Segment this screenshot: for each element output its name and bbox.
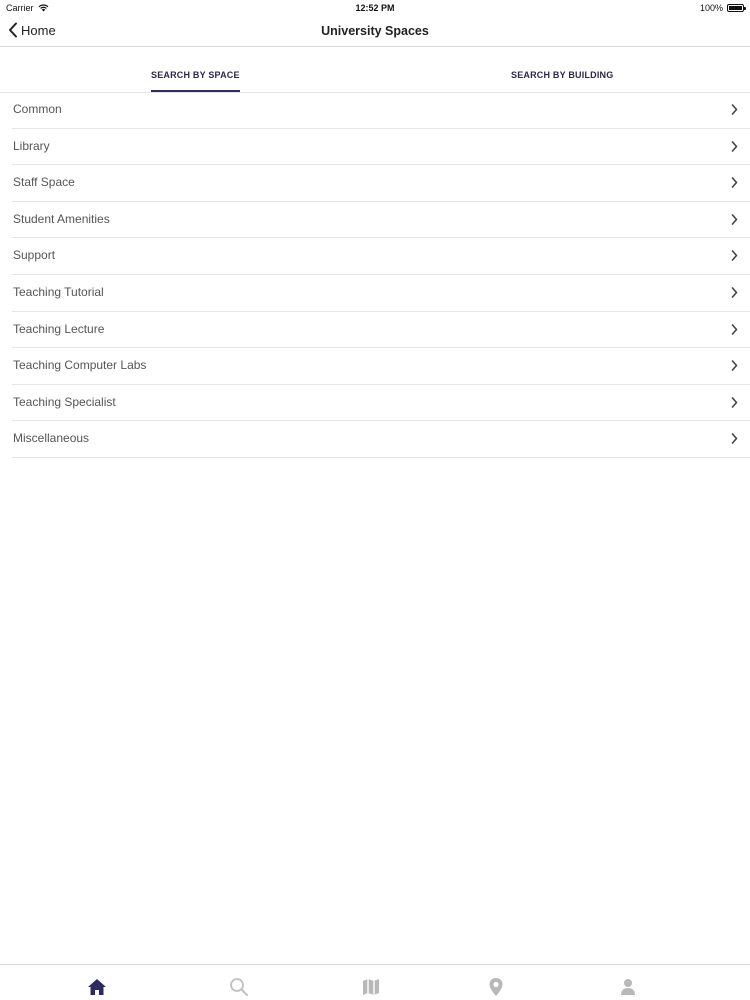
page-title: University Spaces xyxy=(321,24,429,38)
list-item-teaching-specialist[interactable]: Teaching Specialist xyxy=(12,385,750,422)
list-item-label: Student Amenities xyxy=(13,211,110,226)
chevron-right-icon xyxy=(731,433,738,445)
chevron-right-icon xyxy=(731,140,738,152)
list-item-library[interactable]: Library xyxy=(12,129,750,166)
search-mode-tabs: SEARCH BY SPACE SEARCH BY BUILDING xyxy=(0,62,750,93)
location-pin-icon xyxy=(489,978,503,996)
list-item-label: Teaching Lecture xyxy=(13,321,105,336)
chevron-right-icon xyxy=(731,323,738,335)
tab-bar-map[interactable] xyxy=(359,975,383,999)
list-item-teaching-computer-labs[interactable]: Teaching Computer Labs xyxy=(12,348,750,385)
list-item-label: Library xyxy=(13,138,50,153)
battery-percent: 100% xyxy=(699,3,723,13)
tab-search-by-space[interactable]: SEARCH BY SPACE xyxy=(151,70,240,92)
list-item-label: Teaching Tutorial xyxy=(13,284,104,299)
tab-bar-profile[interactable] xyxy=(616,975,640,999)
list-item-student-amenities[interactable]: Student Amenities xyxy=(12,202,750,239)
list-item-label: Miscellaneous xyxy=(13,431,90,446)
chevron-right-icon xyxy=(731,396,738,408)
list-item-label: Teaching Specialist xyxy=(13,394,116,409)
list-item-label: Common xyxy=(13,102,62,116)
list-item-staff-space[interactable]: Staff Space xyxy=(12,165,750,202)
chevron-right-icon xyxy=(731,104,738,115)
list-item-support[interactable]: Support xyxy=(12,238,750,275)
clock: 12:52 PM xyxy=(355,3,395,13)
bottom-tab-bar xyxy=(0,964,750,1000)
chevron-right-icon xyxy=(731,250,738,262)
map-icon xyxy=(363,979,379,995)
list-item-label: Support xyxy=(13,248,56,263)
list-item-label: Teaching Computer Labs xyxy=(13,358,147,373)
status-bar: Carrier 12:52 PM 100% xyxy=(0,0,750,16)
list-item-miscellaneous[interactable]: Miscellaneous xyxy=(12,421,750,458)
chevron-right-icon xyxy=(731,213,738,225)
chevron-right-icon xyxy=(731,177,738,188)
chevron-right-icon xyxy=(731,287,738,298)
chevron-right-icon xyxy=(731,360,738,371)
list-item-label: Staff Space xyxy=(13,175,75,190)
tab-bar-location[interactable] xyxy=(484,975,508,999)
list-item-common[interactable]: Common xyxy=(12,92,750,129)
list-item-teaching-lecture[interactable]: Teaching Lecture xyxy=(12,312,750,349)
home-icon xyxy=(88,979,106,995)
tab-bar-home[interactable] xyxy=(85,975,109,999)
list-item-teaching-tutorial[interactable]: Teaching Tutorial xyxy=(12,275,750,312)
battery-icon xyxy=(727,4,746,12)
profile-icon xyxy=(621,979,635,995)
navigation-bar: Home University Spaces xyxy=(0,16,750,47)
space-list: Common Library Staff Space Student Ameni… xyxy=(12,92,750,458)
tab-bar-search[interactable] xyxy=(227,975,251,999)
battery-indicator: 100% xyxy=(699,3,746,13)
search-icon xyxy=(230,978,248,996)
tab-search-by-building[interactable]: SEARCH BY BUILDING xyxy=(511,70,613,80)
